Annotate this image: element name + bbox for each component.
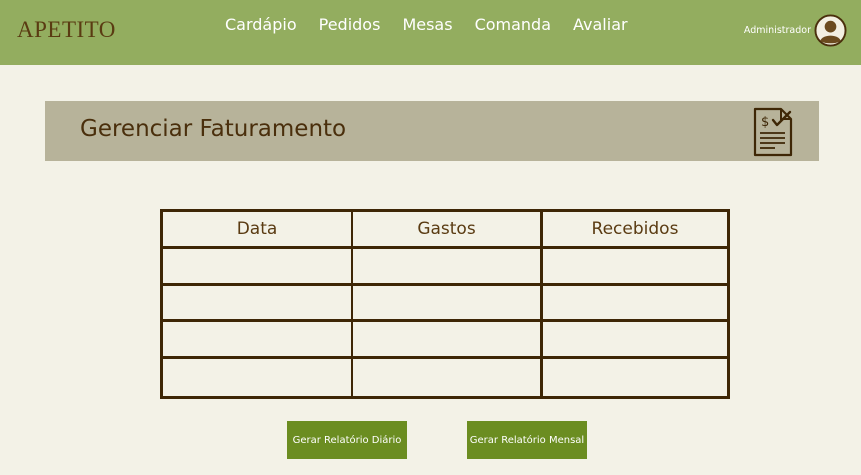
user-avatar-icon[interactable]: [814, 14, 847, 47]
table-cell: [543, 249, 727, 286]
table-cell: [353, 322, 543, 360]
user-name[interactable]: Administrador: [744, 25, 811, 36]
generate-daily-report-button[interactable]: Gerar Relatório Diário: [287, 421, 407, 459]
nav-item-cardapio[interactable]: Cardápio: [225, 15, 297, 34]
column-header-data: Data: [163, 212, 353, 249]
page-title: Gerenciar Faturamento: [80, 116, 347, 142]
table-cell: [163, 285, 353, 323]
table-cell: [353, 359, 543, 396]
nav-item-mesas[interactable]: Mesas: [402, 15, 452, 34]
svg-text:$: $: [761, 115, 769, 130]
table-cell: [353, 285, 543, 323]
user-menu[interactable]: Administrador: [744, 14, 847, 47]
page-header: Gerenciar Faturamento $: [45, 101, 819, 161]
invoice-icon: $: [753, 107, 793, 157]
table-cell: [163, 248, 353, 286]
top-navbar: APETITO Cardápio Pedidos Mesas Comanda A…: [0, 0, 861, 65]
brand-logo[interactable]: APETITO: [17, 17, 116, 43]
table-cell: [163, 322, 353, 360]
generate-monthly-report-button[interactable]: Gerar Relatório Mensal: [467, 421, 587, 459]
nav-item-avaliar[interactable]: Avaliar: [573, 15, 628, 34]
main-nav: Cardápio Pedidos Mesas Comanda Avaliar: [225, 15, 628, 34]
table-cell: [543, 322, 727, 360]
table-cell: [353, 248, 543, 286]
table-cell: [163, 359, 353, 396]
nav-item-pedidos[interactable]: Pedidos: [319, 15, 381, 34]
billing-table: Data Gastos Recebidos: [160, 209, 730, 399]
column-header-recebidos: Recebidos: [543, 212, 727, 249]
nav-item-comanda[interactable]: Comanda: [475, 15, 551, 34]
column-header-gastos: Gastos: [353, 212, 543, 249]
table-cell: [543, 286, 727, 323]
table-cell: [543, 359, 727, 396]
